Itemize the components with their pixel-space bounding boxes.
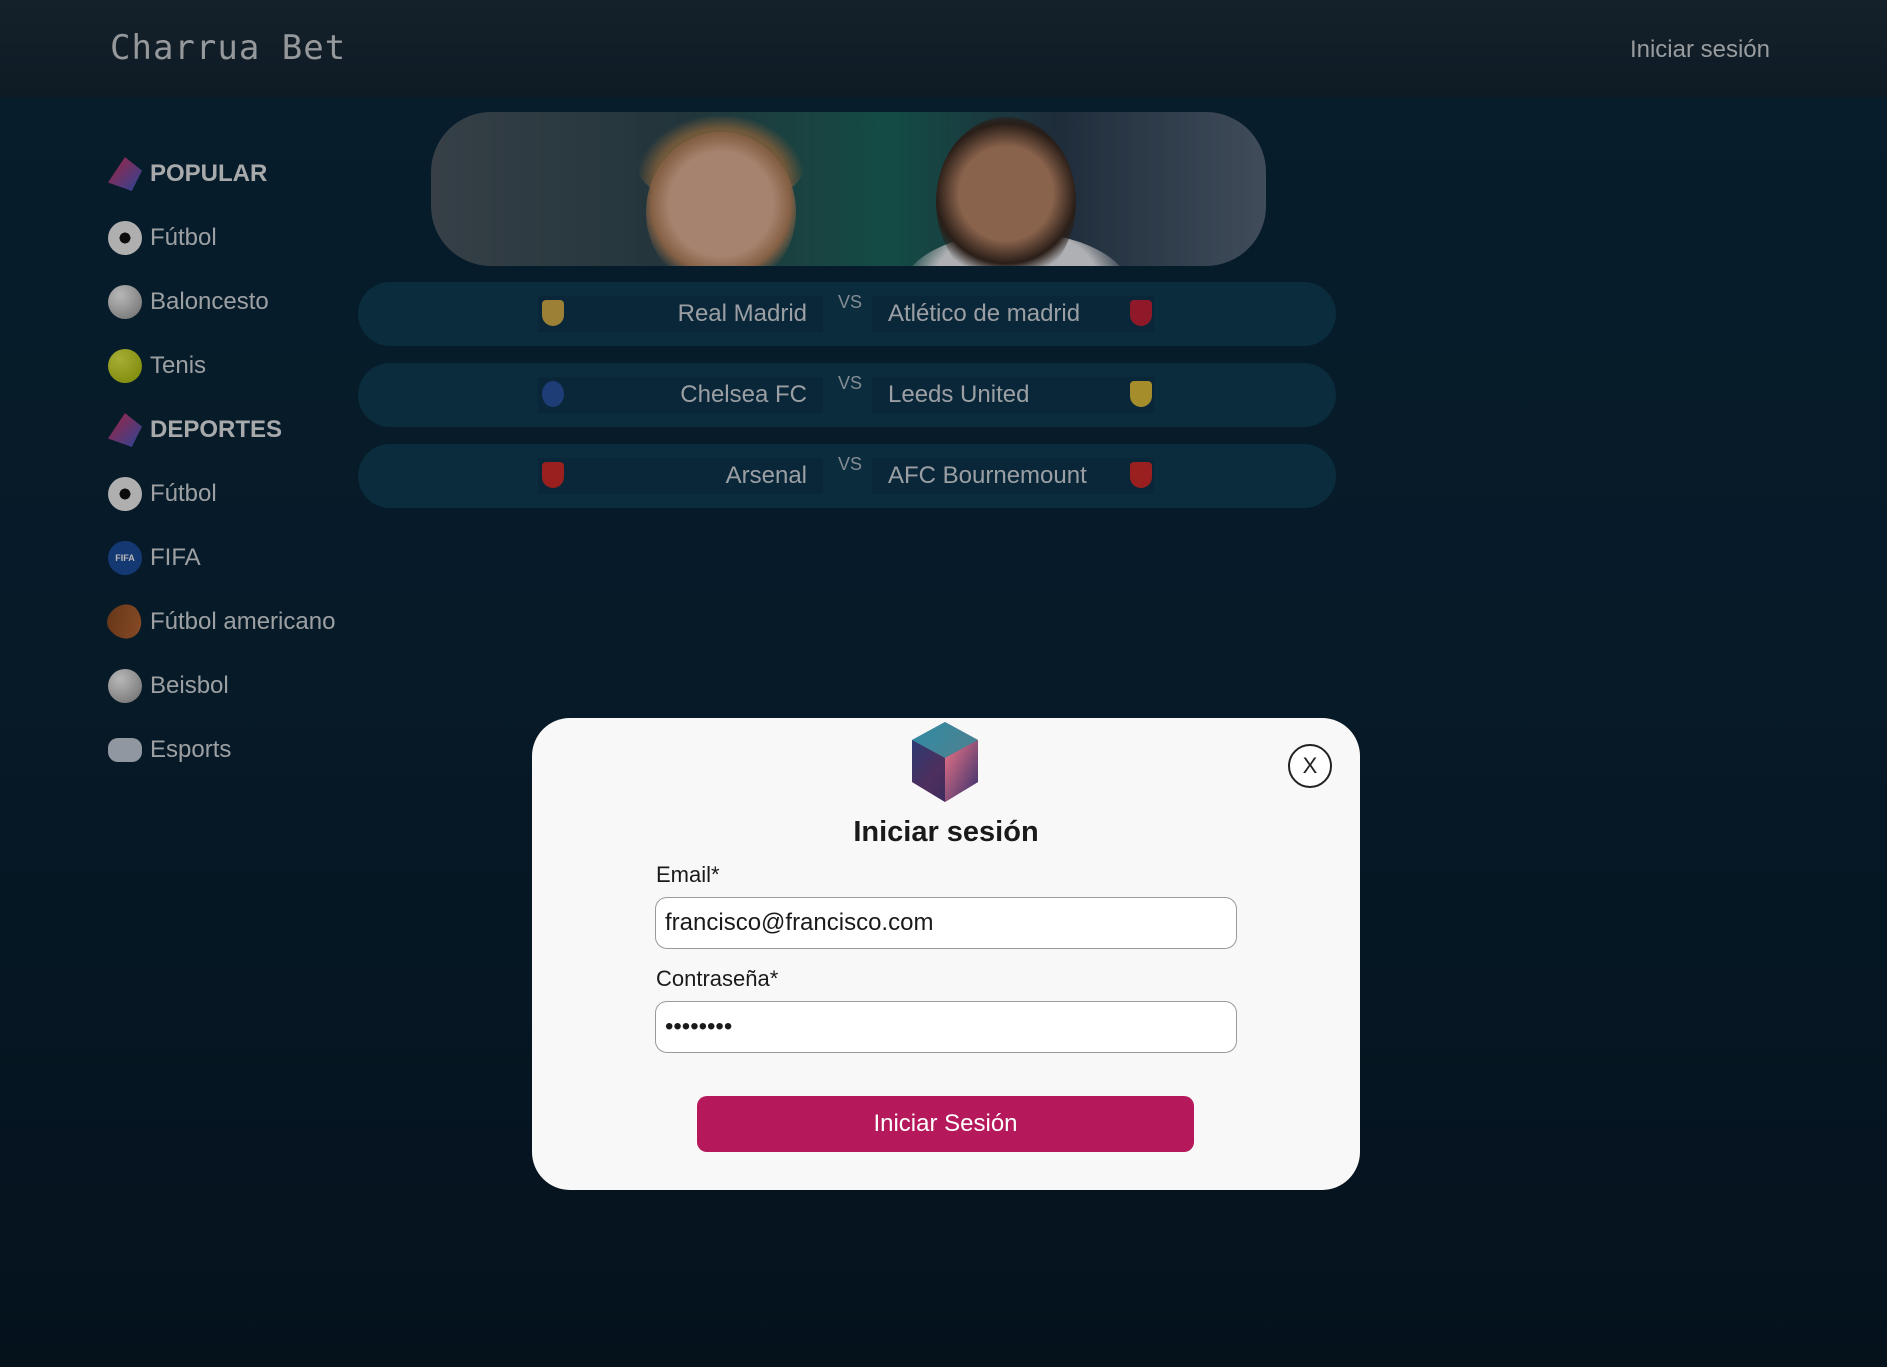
- email-label: Email*: [656, 862, 720, 887]
- close-modal-button[interactable]: X: [1288, 744, 1332, 788]
- cube-logo-icon: [912, 722, 978, 802]
- login-submit-button[interactable]: Iniciar Sesión: [697, 1096, 1194, 1152]
- login-modal: X Iniciar sesión Email* Contraseña* Inic…: [532, 718, 1360, 1190]
- modal-title: Iniciar sesión: [853, 816, 1039, 848]
- password-field[interactable]: [655, 1001, 1237, 1053]
- password-label: Contraseña*: [656, 966, 779, 991]
- email-field[interactable]: [655, 897, 1237, 949]
